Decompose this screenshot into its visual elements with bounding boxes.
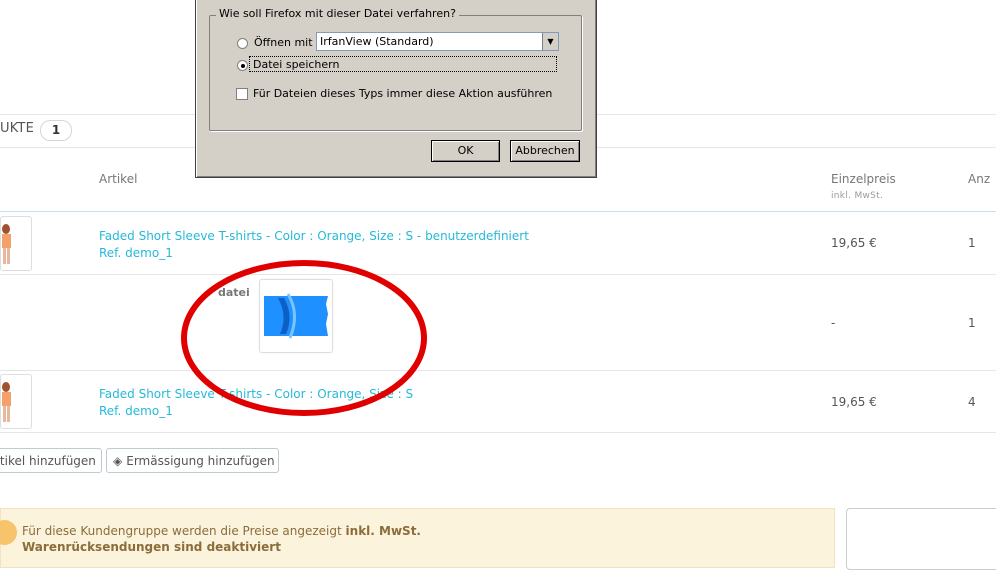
open-with-value: IrfanView (Standard) bbox=[320, 35, 434, 48]
open-with-select[interactable]: IrfanView (Standard) ▼ bbox=[316, 32, 559, 51]
customization-file-label: datei bbox=[218, 286, 250, 299]
uploaded-file-thumbnail[interactable] bbox=[259, 279, 333, 353]
open-with-radio[interactable] bbox=[237, 38, 248, 49]
unit-price-cell: 19,65 € bbox=[831, 395, 877, 409]
add-discount-label: Ermässigung hinzufügen bbox=[126, 454, 275, 468]
add-article-label: rtikel hinzufügen bbox=[0, 454, 96, 468]
column-header-quantity: Anz bbox=[968, 172, 991, 186]
returns-notice-text: Warenrücksendungen sind deaktiviert bbox=[22, 540, 281, 554]
side-panel bbox=[846, 508, 996, 570]
ok-button[interactable]: OK bbox=[431, 140, 500, 162]
chevron-down-icon[interactable]: ▼ bbox=[542, 33, 558, 50]
save-file-radio[interactable] bbox=[237, 60, 248, 71]
column-header-unit-price-sub: inkl. MwSt. bbox=[831, 191, 884, 201]
products-count-badge: 1 bbox=[40, 120, 72, 141]
unit-price-cell: 19,65 € bbox=[831, 236, 877, 250]
product-name-link[interactable]: Faded Short Sleeve T-shirts - Color : Or… bbox=[99, 229, 529, 243]
add-article-button[interactable]: rtikel hinzufügen bbox=[0, 448, 102, 473]
row-divider bbox=[0, 432, 996, 433]
column-header-unit-price: Einzelpreis bbox=[831, 172, 896, 186]
add-discount-button[interactable]: ◈ Ermässigung hinzufügen bbox=[106, 448, 279, 473]
tax-notice-box bbox=[0, 508, 835, 568]
product-reference: Ref. demo_1 bbox=[99, 246, 173, 260]
open-with-label[interactable]: Öffnen mit bbox=[254, 36, 313, 49]
product-thumbnail[interactable] bbox=[0, 374, 32, 429]
quantity-cell: 1 bbox=[968, 236, 976, 250]
quantity-cell: 1 bbox=[968, 316, 976, 330]
column-header-article: Artikel bbox=[99, 172, 138, 186]
download-dialog: Wie soll Firefox mit dieser Datei verfah… bbox=[195, 0, 597, 178]
products-section-title: UKTE bbox=[0, 121, 34, 136]
unit-price-cell: - bbox=[831, 316, 836, 330]
row-divider bbox=[0, 370, 996, 371]
tag-icon: ◈ bbox=[113, 454, 123, 468]
always-do-this-checkbox[interactable] bbox=[236, 88, 248, 100]
quantity-cell: 4 bbox=[968, 395, 976, 409]
product-name-link[interactable]: Faded Short Sleeve T-shirts - Color : Or… bbox=[99, 387, 413, 401]
row-divider bbox=[0, 274, 996, 275]
always-do-this-label[interactable]: Für Dateien dieses Typs immer diese Akti… bbox=[253, 87, 552, 100]
tax-notice-text: Für diese Kundengruppe werden die Preise… bbox=[22, 524, 421, 538]
save-file-label[interactable]: Datei speichern bbox=[253, 58, 339, 71]
product-thumbnail[interactable] bbox=[0, 216, 32, 271]
product-reference: Ref. demo_1 bbox=[99, 404, 173, 418]
groupbox-legend: Wie soll Firefox mit dieser Datei verfah… bbox=[216, 7, 459, 20]
cancel-button[interactable]: Abbrechen bbox=[510, 140, 580, 162]
table-header-divider bbox=[0, 211, 996, 212]
